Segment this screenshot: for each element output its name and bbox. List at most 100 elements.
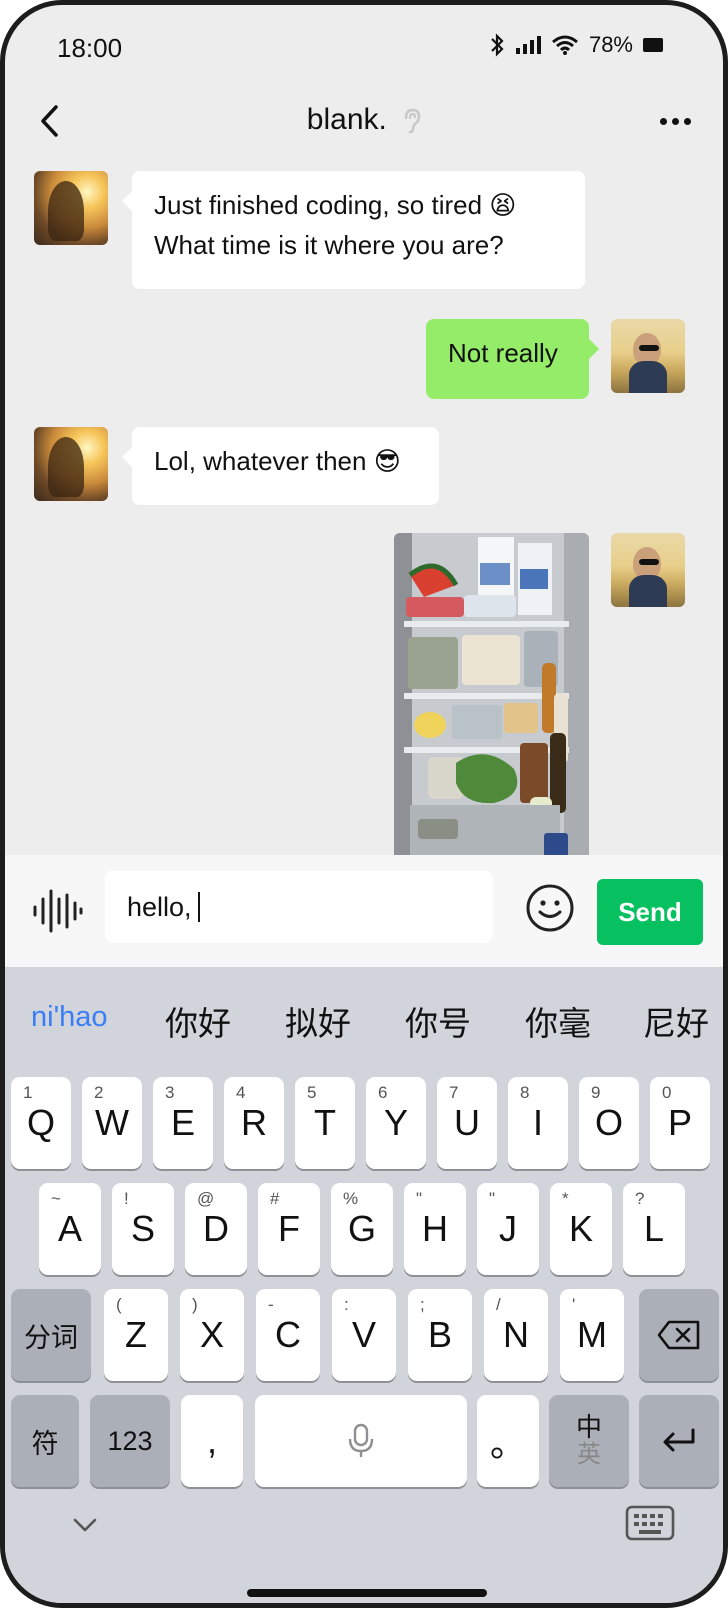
space-voice-key[interactable] — [255, 1395, 467, 1487]
message-list[interactable]: Just finished coding, so tired 😫 What ti… — [5, 163, 723, 855]
key-label: Q — [26, 1102, 55, 1143]
key-c[interactable]: -C — [256, 1289, 320, 1381]
key-label: C — [275, 1314, 301, 1355]
backspace-key[interactable] — [639, 1289, 719, 1381]
key-label: N — [503, 1314, 529, 1355]
key-j[interactable]: " J — [477, 1183, 539, 1275]
key-g[interactable]: % G — [331, 1183, 393, 1275]
more-options-button[interactable] — [653, 105, 697, 137]
key-z[interactable]: (Z — [104, 1289, 168, 1381]
key-label: K — [568, 1208, 593, 1249]
key-n[interactable]: / N — [484, 1289, 548, 1381]
ime-keyboard: ni'hao 你好 拟好 你号 你毫 尼好 1Q 2W 3E 4R 5T 6Y … — [5, 967, 723, 1603]
key-y[interactable]: 6Y — [366, 1077, 426, 1169]
language-switch-key[interactable]: 中 英 — [549, 1395, 629, 1487]
status-bar: 18:00 78% — [5, 5, 723, 85]
key-label: 符 — [31, 1428, 59, 1459]
emoji-button[interactable] — [525, 883, 575, 933]
period-key[interactable]: 。 — [477, 1395, 539, 1487]
contact-avatar[interactable] — [34, 427, 108, 501]
key-m[interactable]: ' M — [560, 1289, 624, 1381]
key-k[interactable]: * K — [550, 1183, 612, 1275]
key-hint: 2 — [94, 1083, 104, 1102]
key-label: M — [577, 1314, 607, 1355]
key-p[interactable]: 0P — [650, 1077, 710, 1169]
message-bubble-incoming[interactable]: Just finished coding, so tired 😫 What ti… — [122, 171, 585, 289]
key-i[interactable]: 8I — [508, 1077, 568, 1169]
key-hint: 0 — [662, 1083, 672, 1102]
key-hint: / — [496, 1295, 501, 1314]
candidate-word[interactable]: 你号 — [405, 997, 471, 1045]
contact-avatar[interactable] — [34, 171, 108, 245]
candidate-word[interactable]: 拟好 — [285, 997, 351, 1045]
numbers-key[interactable]: 123 — [90, 1395, 170, 1487]
my-avatar[interactable] — [611, 533, 685, 607]
key-l[interactable]: ? L — [623, 1183, 685, 1275]
key-label: G — [347, 1208, 376, 1249]
ear-icon — [404, 108, 421, 134]
key-d[interactable]: @ D — [185, 1183, 247, 1275]
message-text: Lol, whatever then 😎 — [154, 446, 401, 476]
key-hint: ~ — [51, 1189, 61, 1208]
voice-input-button[interactable] — [31, 885, 83, 937]
pinyin-composition[interactable]: ni'hao — [31, 1001, 108, 1034]
more-icon — [659, 117, 667, 125]
lang-en-label: 英 — [577, 1441, 601, 1468]
key-e[interactable]: 3E — [153, 1077, 213, 1169]
candidate-word[interactable]: 你好 — [165, 997, 231, 1045]
hide-keyboard-button[interactable] — [69, 1509, 101, 1541]
key-u[interactable]: 7U — [437, 1077, 497, 1169]
voice-wave-icon — [33, 889, 83, 933]
key-s[interactable]: ! S — [112, 1183, 174, 1275]
message-input[interactable]: hello, — [105, 871, 493, 943]
key-hint: " — [416, 1189, 423, 1208]
key-w[interactable]: 2W — [82, 1077, 142, 1169]
chat-title: blank. — [5, 103, 723, 137]
key-label: F — [278, 1208, 300, 1249]
home-indicator[interactable] — [247, 1589, 487, 1597]
my-avatar[interactable] — [611, 319, 685, 393]
photo-message[interactable] — [394, 533, 589, 855]
key-hint: : — [344, 1295, 349, 1314]
message-text-line: What time is it where you are? — [154, 230, 504, 260]
symbols-key[interactable]: 符 — [11, 1395, 79, 1487]
key-t[interactable]: 5T — [295, 1077, 355, 1169]
chat-header: blank. — [5, 85, 723, 163]
key-o[interactable]: 9O — [579, 1077, 639, 1169]
key-q[interactable]: 1Q — [11, 1077, 71, 1169]
return-key[interactable] — [639, 1395, 719, 1487]
bluetooth-icon — [491, 33, 504, 57]
key-label: Z — [125, 1314, 147, 1355]
candidate-word[interactable]: 你毫 — [525, 997, 591, 1045]
key-hint: ; — [420, 1295, 425, 1314]
key-label: O — [594, 1102, 623, 1143]
key-label: W — [95, 1102, 129, 1143]
key-hint: ? — [635, 1189, 645, 1208]
candidate-word[interactable]: 尼好 — [643, 997, 709, 1045]
key-f[interactable]: # F — [258, 1183, 320, 1275]
key-a[interactable]: ~ A — [39, 1183, 101, 1275]
segment-key[interactable]: 分词 — [11, 1289, 91, 1381]
key-label: Y — [383, 1102, 408, 1143]
cellular-signal-icon — [515, 36, 541, 54]
key-label: V — [351, 1314, 376, 1355]
key-hint: % — [343, 1189, 359, 1208]
key-hint: * — [562, 1189, 569, 1208]
key-r[interactable]: 4R — [224, 1077, 284, 1169]
more-icon-dot — [683, 117, 691, 125]
message-text: Not really — [448, 338, 558, 368]
key-x[interactable]: ) X — [180, 1289, 244, 1381]
message-input-value: hello, — [127, 891, 192, 922]
key-h[interactable]: " H — [404, 1183, 466, 1275]
message-text-line: Just finished coding, so tired 😫 — [154, 190, 517, 220]
key-label: , — [206, 1420, 217, 1461]
message-bubble-incoming[interactable]: Lol, whatever then 😎 — [122, 427, 439, 505]
key-v[interactable]: :V — [332, 1289, 396, 1381]
send-button[interactable]: Send — [597, 879, 703, 945]
keyboard-switch-button[interactable] — [625, 1503, 675, 1543]
message-bubble-outgoing[interactable]: Not really — [426, 319, 599, 399]
key-label: T — [314, 1102, 336, 1143]
comma-key[interactable]: , — [181, 1395, 243, 1487]
key-label: X — [199, 1314, 224, 1355]
key-b[interactable]: ; B — [408, 1289, 472, 1381]
